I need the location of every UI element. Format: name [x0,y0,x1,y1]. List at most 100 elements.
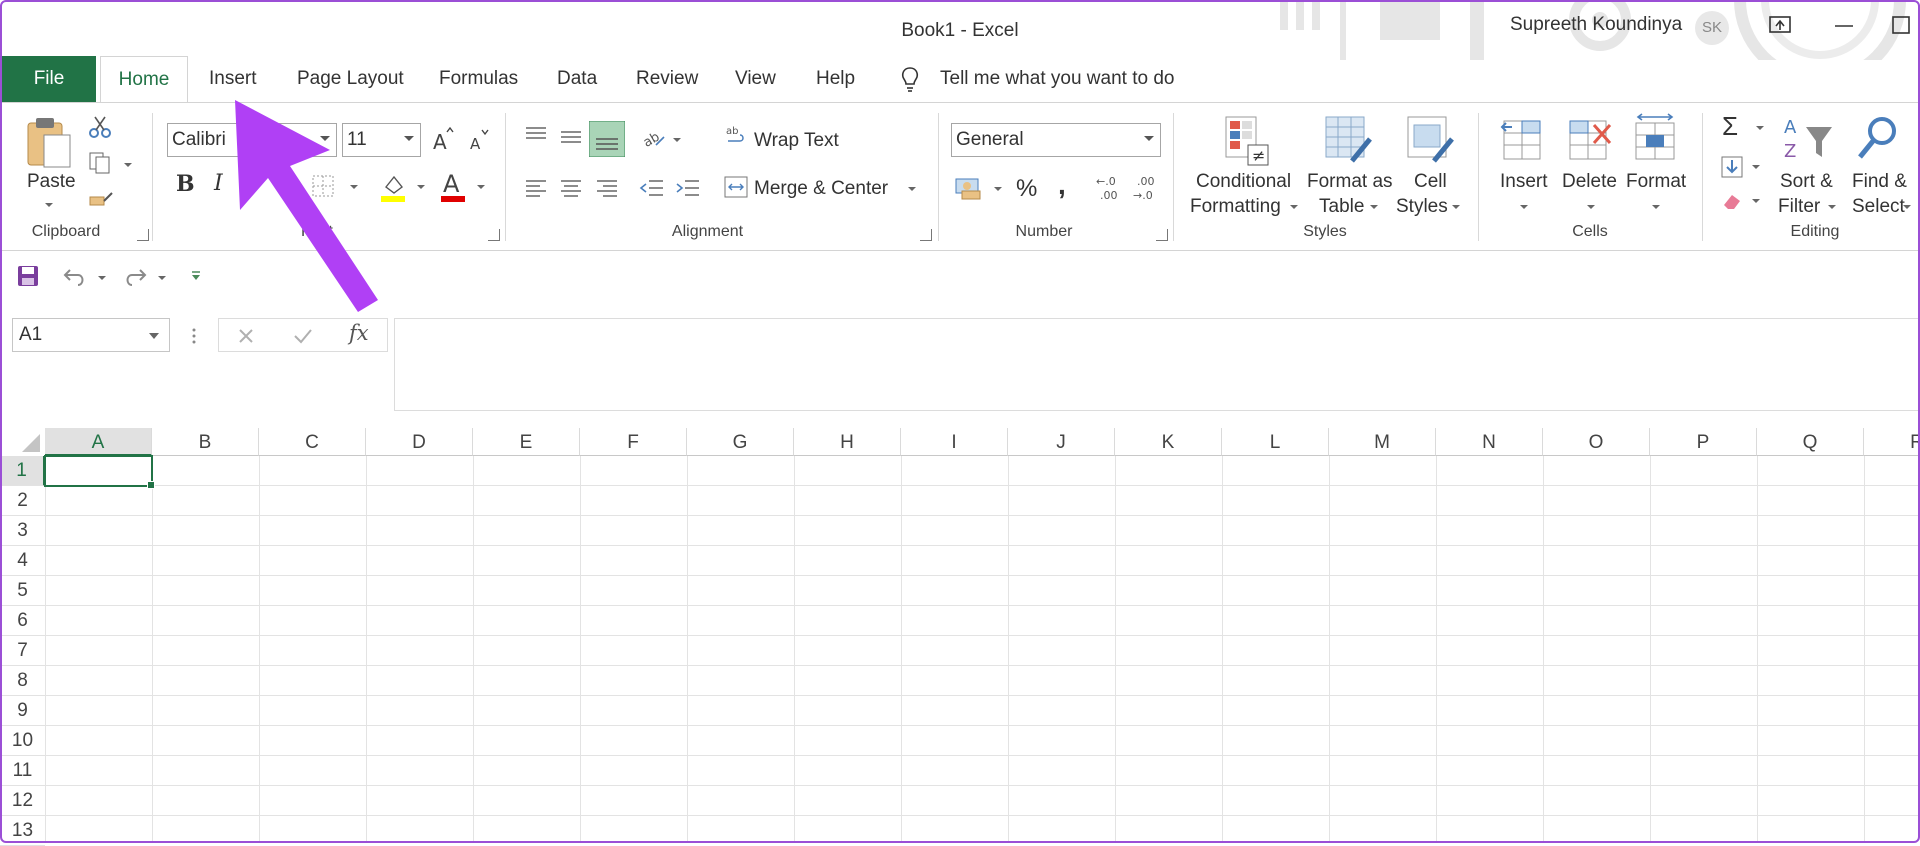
delete-cells-dropdown[interactable] [1587,205,1595,209]
bold-button[interactable]: B [176,171,195,197]
clear-icon[interactable] [1720,189,1744,213]
ribbon-display-options-icon[interactable] [1767,12,1793,38]
row-header-12[interactable]: 12 [0,786,45,816]
tab-page-layout[interactable]: Page Layout [287,56,414,102]
format-painter-icon[interactable] [88,187,114,209]
alignment-launcher[interactable] [920,229,932,241]
row-header-2[interactable]: 2 [0,486,45,516]
increase-decimal-icon[interactable]: ←.0 .00 [1094,173,1124,203]
cell-styles-dropdown[interactable] [1452,205,1460,209]
align-left-icon[interactable] [524,177,548,199]
formula-input[interactable] [394,318,1920,411]
bottom-align-icon[interactable] [589,121,625,157]
select-all-icon[interactable] [0,428,45,456]
column-header-i[interactable]: I [901,428,1008,456]
cancel-icon[interactable] [237,327,255,345]
more-options-icon[interactable] [188,326,200,346]
active-cell[interactable] [44,455,155,489]
row-header-8[interactable]: 8 [0,666,45,696]
decrease-indent-icon[interactable] [639,177,665,199]
copy-icon[interactable] [88,151,112,175]
row-header-1[interactable]: 1 [0,456,45,486]
column-header-k[interactable]: K [1115,428,1222,456]
column-header-r[interactable]: R [1864,428,1920,456]
increase-indent-icon[interactable] [675,177,701,199]
column-header-g[interactable]: G [687,428,794,456]
maximize-icon[interactable] [1888,12,1914,38]
italic-button[interactable]: I [214,171,223,196]
tab-data[interactable]: Data [547,56,607,102]
paste-dropdown[interactable] [45,203,53,207]
column-header-l[interactable]: L [1222,428,1329,456]
tell-me-search[interactable]: Tell me what you want to do [940,56,1174,102]
merge-center-dropdown[interactable] [908,187,916,191]
borders-dropdown[interactable] [350,185,358,189]
accounting-dropdown[interactable] [994,187,1002,191]
paste-button[interactable]: Paste [27,171,76,193]
redo-icon[interactable] [122,264,148,288]
conditional-formatting-dropdown[interactable] [1290,205,1298,209]
cell-styles-label-2[interactable]: Styles [1396,196,1448,218]
column-header-b[interactable]: B [152,428,259,456]
column-header-h[interactable]: H [794,428,901,456]
format-cells-icon[interactable] [1632,113,1678,163]
sort-filter-icon[interactable]: A Z [1784,115,1834,165]
cell-area[interactable] [45,456,1920,843]
insert-cells-button[interactable]: Insert [1500,171,1548,193]
column-header-j[interactable]: J [1008,428,1115,456]
column-header-c[interactable]: C [259,428,366,456]
percent-style-button[interactable]: % [1016,175,1037,203]
fill-color-dropdown[interactable] [417,185,425,189]
middle-align-icon[interactable] [559,125,583,147]
increase-font-icon[interactable]: A [430,125,456,153]
find-select-dropdown[interactable] [1903,205,1911,209]
row-header-4[interactable]: 4 [0,546,45,576]
merge-center-icon[interactable] [724,175,748,199]
font-launcher[interactable] [488,229,500,241]
sort-filter-dropdown[interactable] [1828,205,1836,209]
undo-icon[interactable] [62,264,88,288]
tab-file[interactable]: File [2,56,96,102]
conditional-formatting-button[interactable]: Conditional [1196,171,1291,193]
insert-cells-dropdown[interactable] [1520,205,1528,209]
tab-review[interactable]: Review [626,56,708,102]
cell-styles-button[interactable]: Cell [1414,171,1447,193]
font-name-select[interactable]: Calibri [167,123,337,157]
orientation-icon[interactable]: ab [640,125,666,149]
accounting-format-icon[interactable] [954,175,984,201]
column-header-e[interactable]: E [473,428,580,456]
orientation-dropdown[interactable] [673,138,681,142]
autosum-dropdown[interactable] [1756,126,1764,130]
undo-dropdown[interactable] [98,276,106,280]
clear-dropdown[interactable] [1752,199,1760,203]
column-header-q[interactable]: Q [1757,428,1864,456]
format-cells-dropdown[interactable] [1652,205,1660,209]
row-header-6[interactable]: 6 [0,606,45,636]
format-as-table-label-2[interactable]: Table [1319,196,1364,218]
format-as-table-button[interactable]: Format as [1307,171,1393,193]
name-box[interactable]: A1 [12,318,170,352]
autosum-icon[interactable]: Σ [1722,111,1738,142]
insert-cells-icon[interactable] [1500,115,1546,163]
row-header-7[interactable]: 7 [0,636,45,666]
decrease-decimal-icon[interactable]: .00 →.0 [1131,173,1161,203]
fill-color-icon[interactable] [378,171,408,203]
format-as-table-dropdown[interactable] [1370,205,1378,209]
find-select-label-2[interactable]: Select [1852,196,1905,218]
customize-qat-icon[interactable] [190,270,202,282]
row-header-13[interactable]: 13 [0,816,45,846]
conditional-formatting-label-2[interactable]: Formatting [1190,196,1281,218]
clipboard-launcher[interactable] [137,229,149,241]
redo-dropdown[interactable] [158,276,166,280]
top-align-icon[interactable] [524,125,548,147]
tab-insert[interactable]: Insert [199,56,267,102]
format-cells-button[interactable]: Format [1626,171,1686,193]
cell-styles-icon[interactable] [1406,115,1456,167]
font-size-select[interactable]: 11 [342,123,421,157]
enter-icon[interactable] [293,327,313,345]
fill-icon[interactable] [1720,155,1744,179]
borders-icon[interactable] [310,173,336,199]
font-color-icon[interactable]: A [438,169,468,203]
paste-icon[interactable] [26,115,72,169]
column-header-f[interactable]: F [580,428,687,456]
